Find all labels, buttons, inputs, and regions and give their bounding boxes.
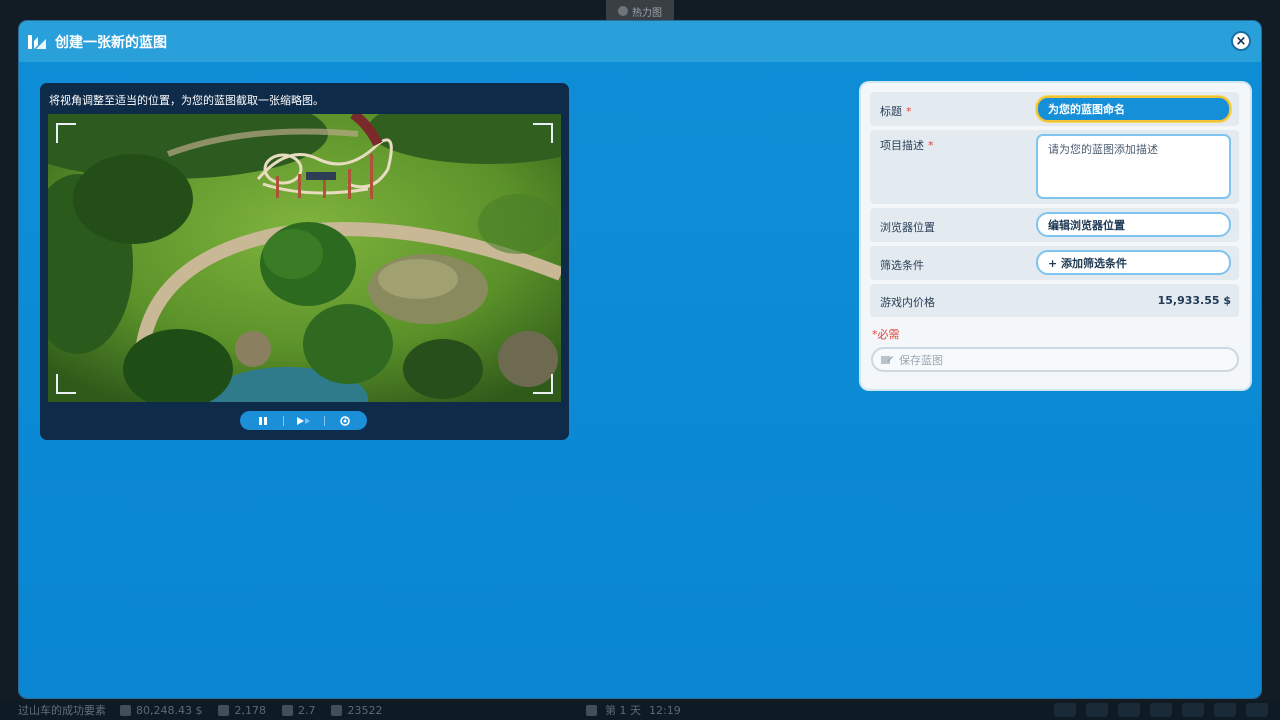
browser-location-row: 浏览器位置 编辑浏览器位置 (870, 208, 1239, 242)
speed-controls (1054, 703, 1268, 717)
rating-indicator[interactable]: 2.7 (281, 703, 316, 717)
close-button[interactable]: × (1231, 31, 1251, 51)
dialog-header: 创建一张新的蓝图 (19, 21, 1261, 62)
weather-icon[interactable] (1214, 703, 1236, 717)
add-filter-button[interactable]: + 添加筛选条件 (1036, 250, 1231, 275)
rating-value: 2.7 (297, 703, 316, 717)
save-blueprint-button[interactable]: 保存蓝图 (871, 347, 1239, 372)
frame-corner-bottom-right (533, 374, 553, 394)
money-value: 80,248.43 $ (136, 703, 203, 717)
status-bar: 过山车的成功要素 80,248.43 $ 2,178 2.7 23522 第 1… (0, 700, 1280, 720)
settings-icon[interactable] (1246, 703, 1268, 717)
frame-corner-top-left (56, 123, 76, 143)
frame-corner-top-right (533, 123, 553, 143)
control-divider (323, 415, 325, 426)
money-indicator[interactable]: 80,248.43 $ (120, 704, 202, 717)
guests-indicator[interactable]: 2,178 (218, 704, 266, 717)
required-note: *必需 (872, 328, 900, 341)
pause-icon[interactable] (254, 414, 272, 428)
fast-forward-icon[interactable] (1182, 703, 1204, 717)
heatmap-tab[interactable]: 热力图 (606, 0, 674, 22)
blueprint-save-icon (881, 355, 893, 364)
day-value: 第 1 天 (605, 704, 641, 717)
undo-icon[interactable] (1054, 703, 1076, 717)
money-icon (120, 704, 131, 716)
description-row: 项目描述 * 请为您的蓝图添加描述 (870, 130, 1239, 204)
thumbnail-instruction: 将视角调整至适当的位置，为您的蓝图截取一张缩略图。 (49, 94, 324, 107)
title-row: 标题 * 为您的蓝图命名 (870, 92, 1239, 126)
time-value: 12:19 (649, 703, 681, 717)
date-time: 第 1 天 12:19 (586, 702, 681, 718)
price-row: 游戏内价格 15,933.55 $ (870, 284, 1239, 317)
price-label: 游戏内价格 (880, 296, 935, 309)
description-label: 项目描述 * (880, 139, 934, 152)
blueprint-icon (28, 34, 46, 49)
title-label: 标题 * (880, 105, 912, 118)
sun-icon (586, 704, 597, 716)
heatmap-label: 热力图 (632, 7, 662, 19)
filter-label: 筛选条件 (880, 259, 924, 272)
star-icon (281, 704, 293, 716)
flask-icon (331, 704, 343, 716)
dialog-title: 创建一张新的蓝图 (55, 34, 167, 51)
close-icon: × (1235, 33, 1247, 49)
heatmap-icon (618, 6, 628, 16)
filter-row: 筛选条件 + 添加筛选条件 (870, 246, 1239, 280)
play-icon[interactable] (295, 414, 313, 428)
park-name[interactable]: 过山车的成功要素 (0, 702, 106, 718)
guests-icon (218, 704, 230, 716)
edit-browser-location-button[interactable]: 编辑浏览器位置 (1036, 212, 1231, 237)
camera-reset-icon[interactable] (336, 414, 354, 428)
control-divider (282, 415, 284, 426)
park-scene (48, 114, 561, 402)
research-value: 23522 (347, 703, 383, 717)
pause-speed-icon[interactable] (1118, 703, 1140, 717)
title-input[interactable]: 为您的蓝图命名 (1036, 96, 1231, 122)
required-asterisk: * (906, 105, 912, 118)
description-input[interactable]: 请为您的蓝图添加描述 (1036, 134, 1231, 199)
save-blueprint-label: 保存蓝图 (899, 353, 943, 367)
browser-location-label: 浏览器位置 (880, 221, 935, 234)
research-indicator[interactable]: 23522 (331, 704, 382, 717)
guests-value: 2,178 (234, 703, 266, 717)
create-blueprint-dialog: 创建一张新的蓝图 × 将视角调整至适当的位置，为您的蓝图截取一张缩略图。 标题 … (19, 21, 1261, 698)
thumbnail-preview[interactable] (48, 114, 561, 402)
play-speed-icon[interactable] (1150, 703, 1172, 717)
thumbnail-panel: 将视角调整至适当的位置，为您的蓝图截取一张缩略图。 (40, 83, 569, 440)
playback-controls (240, 411, 367, 430)
redo-icon[interactable] (1086, 703, 1108, 717)
price-value: 15,933.55 $ (1157, 294, 1231, 307)
required-asterisk: * (928, 139, 934, 152)
frame-corner-bottom-left (56, 374, 76, 394)
blueprint-form: 标题 * 为您的蓝图命名 项目描述 * 请为您的蓝图添加描述 浏览器位置 编辑浏览器… (861, 83, 1250, 389)
